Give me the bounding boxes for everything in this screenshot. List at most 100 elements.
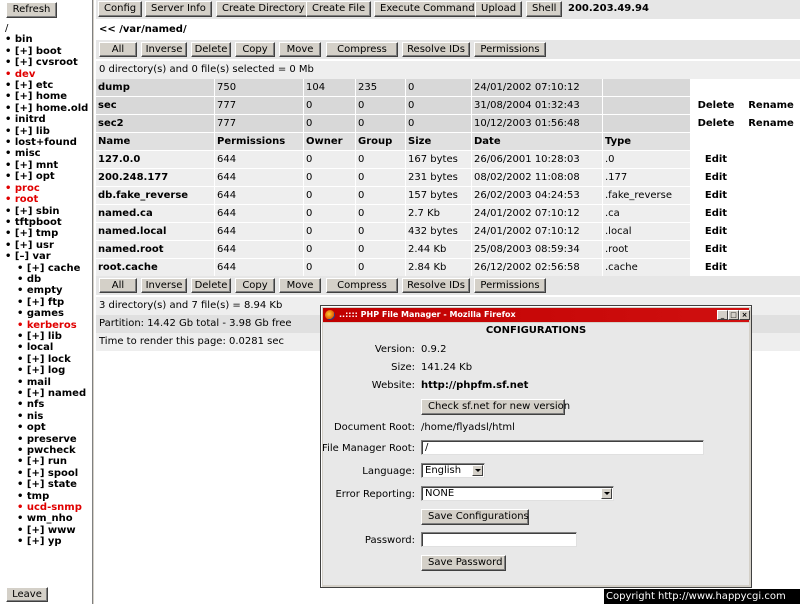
name-cell[interactable]: 200.248.177 [96,169,214,186]
refresh-button[interactable]: Refresh [6,2,57,18]
execute-command-button[interactable]: Execute Command [374,1,481,17]
check-version-button[interactable]: Check sf.net for new version [421,399,570,415]
column-header-name[interactable]: Name [96,133,214,150]
tree-node[interactable]: • [+] opt [5,171,91,182]
tree-node[interactable]: • [+] spool [5,468,91,479]
save-configurations-button[interactable]: Save Configurations [421,509,529,525]
compress-button[interactable]: Compress [326,278,398,293]
save-password-button[interactable]: Save Password [421,555,506,571]
name-cell[interactable]: root.cache [96,259,214,276]
tree-node[interactable]: • [+] sbin [5,206,91,217]
close-icon[interactable]: × [739,310,750,320]
column-header-owner[interactable]: Owner [304,133,355,150]
select-all-button[interactable]: All [99,42,137,57]
tree-node[interactable]: • [+] ftp [5,297,91,308]
edit-link[interactable]: Edit [691,259,741,276]
name-cell[interactable]: sec2 [96,115,214,132]
tree-node[interactable]: • db [5,274,91,285]
name-cell[interactable]: sec [96,97,214,114]
password-input[interactable] [421,532,577,547]
name-cell[interactable]: 127.0.0 [96,151,214,168]
name-cell[interactable]: named.local [96,223,214,240]
tree-node[interactable]: • [+] named [5,388,91,399]
tree-node[interactable]: • [+] state [5,479,91,490]
column-header-permissions[interactable]: Permissions [215,133,303,150]
website-link[interactable]: http://phpfm.sf.net [421,380,528,391]
delete-button[interactable]: Delete [191,42,231,57]
edit-link[interactable]: Edit [691,151,741,168]
edit-link[interactable]: Edit [691,205,741,222]
tree-node[interactable]: • tftpboot [5,217,91,228]
select-all-button[interactable]: All [99,278,137,293]
file-manager-root-input[interactable]: / [421,440,704,455]
tree-node[interactable]: • [+] lib [5,331,91,342]
copy-button[interactable]: Copy [235,278,275,293]
permissions-button[interactable]: Permissions [474,42,546,57]
copy-button[interactable]: Copy [235,42,275,57]
edit-link[interactable]: Edit [691,223,741,240]
tree-node[interactable]: • [–] var [5,251,91,262]
edit-link[interactable]: Edit [691,169,741,186]
tree-node[interactable]: • root [5,194,91,205]
server-info-button[interactable]: Server Info [145,1,212,17]
tree-node[interactable]: • pwcheck [5,445,91,456]
tree-node[interactable]: • [+] etc [5,80,91,91]
name-cell[interactable]: named.root [96,241,214,258]
tree-node[interactable]: • [+] boot [5,46,91,57]
permissions-button[interactable]: Permissions [474,278,546,293]
tree-node[interactable]: • [+] tmp [5,228,91,239]
frame-divider[interactable] [92,0,95,604]
column-header-size[interactable]: Size [406,133,471,150]
tree-node[interactable]: • kerberos [5,320,91,331]
tree-node[interactable]: • bin [5,34,91,45]
leave-button[interactable]: Leave [6,587,48,602]
current-path[interactable]: << /var/named/ [96,21,800,39]
rename-link[interactable]: Rename [742,97,800,114]
tree-node[interactable]: • [+] run [5,456,91,467]
delete-button[interactable]: Delete [191,278,231,293]
upload-button[interactable]: Upload [475,1,523,17]
tree-node[interactable]: • wm_nho [5,513,91,524]
edit-link[interactable]: Edit [691,241,741,258]
error-reporting-select[interactable]: NONE [421,486,614,501]
tree-node[interactable]: • local [5,342,91,353]
tree-node[interactable]: • [+] cache [5,263,91,274]
tree-node[interactable]: • [+] mnt [5,160,91,171]
name-cell[interactable]: db.fake_reverse [96,187,214,204]
tree-node[interactable]: • initrd [5,114,91,125]
config-button[interactable]: Config [98,1,143,17]
resolve-ids-button[interactable]: Resolve IDs [402,278,470,293]
move-button[interactable]: Move [279,42,321,57]
tree-node[interactable]: • [+] lock [5,354,91,365]
resolve-ids-button[interactable]: Resolve IDs [402,42,470,57]
tree-node[interactable]: • preserve [5,434,91,445]
rename-link[interactable]: Rename [742,115,800,132]
chevron-down-icon[interactable] [601,488,612,499]
inverse-button[interactable]: Inverse [141,42,187,57]
column-header-group[interactable]: Group [356,133,405,150]
minimize-icon[interactable]: _ [717,310,728,320]
create-file-button[interactable]: Create File [306,1,372,17]
column-header-date[interactable]: Date [472,133,602,150]
tree-node[interactable]: • [+] cvsroot [5,57,91,68]
edit-link[interactable]: Edit [691,187,741,204]
name-cell[interactable]: dump [96,79,214,96]
name-cell[interactable]: named.ca [96,205,214,222]
tree-node[interactable]: • nis [5,411,91,422]
tree-node[interactable]: • ucd-snmp [5,502,91,513]
maximize-icon[interactable]: □ [728,310,739,320]
tree-node[interactable]: • [+] lib [5,126,91,137]
move-button[interactable]: Move [279,278,321,293]
tree-node[interactable]: • [+] usr [5,240,91,251]
popup-titlebar[interactable]: ..:::: PHP File Manager - Mozilla Firefo… [323,308,750,322]
tree-node[interactable]: • nfs [5,399,91,410]
tree-node[interactable]: • misc [5,148,91,159]
compress-button[interactable]: Compress [326,42,398,57]
tree-node[interactable]: • [+] www [5,525,91,536]
delete-link[interactable]: Delete [691,97,741,114]
tree-node[interactable]: • opt [5,422,91,433]
inverse-button[interactable]: Inverse [141,278,187,293]
tree-node[interactable]: • tmp [5,491,91,502]
tree-node[interactable]: • dev [5,69,91,80]
language-select[interactable]: English [421,463,485,478]
